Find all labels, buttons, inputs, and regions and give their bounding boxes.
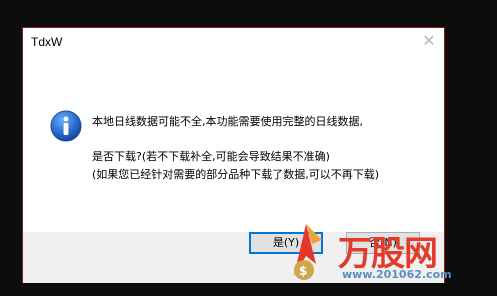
close-icon[interactable]: ✕ xyxy=(420,32,438,50)
title-bar[interactable]: TdxW ✕ xyxy=(23,28,444,58)
message-line-3: (如果您已经针对需要的部分品种下载了数据,可以不再下载) xyxy=(92,168,380,181)
message-line-1: 本地日线数据可能不全,本功能需要使用完整的日线数据, xyxy=(92,115,363,128)
info-icon xyxy=(50,110,82,142)
watermark-url: www.201062.com xyxy=(342,268,452,281)
message-line-2: 是否下载?(若不下载补全,可能会导致结果不准确) xyxy=(92,150,330,163)
svg-text:$: $ xyxy=(299,264,307,278)
dialog-title: TdxW xyxy=(31,35,63,49)
